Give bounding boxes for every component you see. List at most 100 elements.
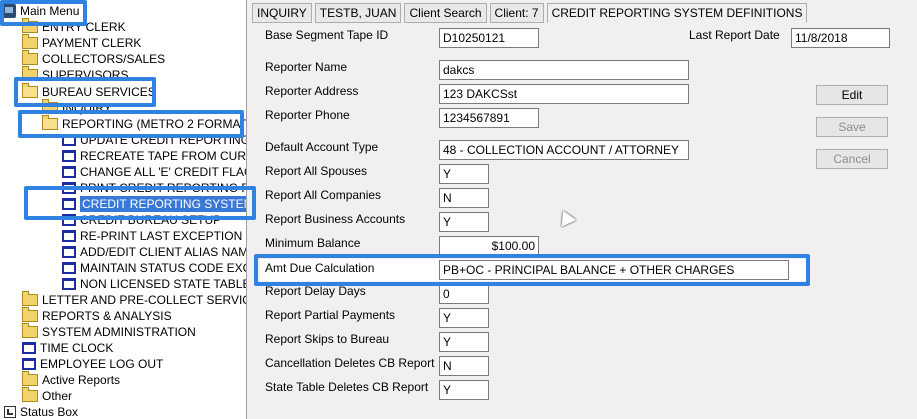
- tree-label: LETTER AND PRE-COLLECT SERVICES: [42, 293, 247, 307]
- base-segment-field[interactable]: D10250121: [439, 28, 539, 48]
- tree-label: PRINT CREDIT REPORTING FIL: [80, 181, 247, 195]
- folder-icon: [22, 50, 38, 65]
- form-icon: [62, 134, 76, 146]
- state-table-field[interactable]: Y: [439, 380, 489, 400]
- cancel-deletes-field[interactable]: N: [439, 356, 489, 376]
- tree-label: SYSTEM ADMINISTRATION: [42, 325, 196, 339]
- reporter-address-field[interactable]: 123 DAKCSst: [439, 84, 689, 104]
- form-icon: [62, 150, 76, 162]
- form-icon: [62, 230, 76, 242]
- tree-label: SUPERVISORS: [42, 68, 129, 82]
- reporter-phone-field[interactable]: 1234567891: [439, 108, 539, 128]
- tree-item-update-credit[interactable]: UPDATE CREDIT REPORTING F: [62, 132, 247, 148]
- amt-due-label: Amt Due Calculation: [265, 261, 375, 275]
- report-companies-field[interactable]: N: [439, 188, 489, 208]
- min-balance-field[interactable]: $100.00: [439, 236, 539, 256]
- reporter-name-label: Reporter Name: [265, 60, 348, 74]
- tree-label: BUREAU SERVICES: [42, 85, 156, 99]
- tree-item-employee-logout[interactable]: EMPLOYEE LOG OUT: [22, 356, 163, 372]
- save-button[interactable]: Save: [816, 117, 888, 137]
- tree-label: Main Menu: [20, 4, 80, 18]
- report-spouses-field[interactable]: Y: [439, 164, 489, 184]
- tree-label: INQUIRY: [62, 101, 112, 115]
- form-icon: [22, 342, 36, 354]
- default-account-type-label: Default Account Type: [265, 140, 379, 154]
- top-toolbar: INQUIRY TESTB, JUAN Client Search Client…: [252, 3, 808, 23]
- tree-item-recreate-tape[interactable]: RECREATE TAPE FROM CURRE: [62, 148, 246, 164]
- tree-item-other[interactable]: Other: [22, 387, 73, 404]
- open-folder-icon: [22, 83, 38, 98]
- reporter-phone-label: Reporter Phone: [265, 108, 350, 122]
- folder-icon: [22, 291, 38, 306]
- tree-label: TIME CLOCK: [40, 341, 114, 355]
- tree-label: Other: [42, 389, 73, 403]
- min-balance-label: Minimum Balance: [265, 236, 361, 250]
- tree-label: Status Box: [20, 405, 79, 419]
- form-icon: [62, 214, 76, 226]
- folder-icon: [22, 34, 38, 49]
- base-segment-label: Base Segment Tape ID: [265, 28, 389, 42]
- tree-item-main-menu[interactable]: Main Menu: [2, 3, 79, 19]
- tree-item-change-flags[interactable]: CHANGE ALL 'E' CREDIT FLAGS: [62, 164, 246, 180]
- tree-item-letter[interactable]: LETTER AND PRE-COLLECT SERVICES: [22, 291, 247, 308]
- tree-item-non-licensed[interactable]: NON LICENSED STATE TABLE: [62, 276, 246, 292]
- tree-label: RE-PRINT LAST EXCEPTION RE: [80, 229, 247, 243]
- tree-item-credit-bureau-setup[interactable]: CREDIT BUREAU SETUP: [62, 212, 221, 228]
- tree-item-active-reports[interactable]: Active Reports: [22, 371, 120, 388]
- last-report-date-field[interactable]: 11/8/2018: [791, 28, 890, 48]
- tree-item-reporting[interactable]: REPORTING (METRO 2 FORMAT): [42, 115, 247, 132]
- tree-item-credit-system[interactable]: CREDIT REPORTING SYSTEM D: [62, 196, 246, 212]
- tree-item-collectors-sales[interactable]: COLLECTORS/SALES: [22, 50, 165, 67]
- folder-icon: [22, 387, 38, 402]
- form-icon: [22, 358, 36, 370]
- tree-item-maintain-status[interactable]: MAINTAIN STATUS CODE EXCE: [62, 260, 247, 276]
- folder-icon: [22, 371, 38, 386]
- tab-credit-reporting-definitions[interactable]: CREDIT REPORTING SYSTEM DEFINITIONS: [546, 3, 808, 23]
- edit-button[interactable]: Edit: [816, 85, 888, 105]
- report-business-field[interactable]: Y: [439, 212, 489, 232]
- form-icon: [62, 198, 76, 210]
- tree-label: REPORTS & ANALYSIS: [42, 309, 172, 323]
- form-icon: [62, 262, 76, 274]
- tree-label: EMPLOYEE LOG OUT: [40, 357, 164, 371]
- tree-item-status-box[interactable]: Status Box: [4, 404, 78, 419]
- reporter-address-label: Reporter Address: [265, 84, 359, 98]
- client-tab[interactable]: Client: 7: [489, 3, 544, 23]
- tree-label: PAYMENT CLERK: [42, 36, 142, 50]
- tree-label: ADD/EDIT CLIENT ALIAS NAMES: [80, 245, 247, 259]
- tree-label: MAINTAIN STATUS CODE EXCE: [80, 261, 247, 275]
- tree-item-print-credit[interactable]: PRINT CREDIT REPORTING FIL: [62, 180, 247, 196]
- skips-field[interactable]: Y: [439, 332, 489, 352]
- cancel-button[interactable]: Cancel: [816, 149, 888, 169]
- amt-due-field[interactable]: PB+OC - PRINCIPAL BALANCE + OTHER CHARGE…: [439, 260, 789, 280]
- tree-item-reports[interactable]: REPORTS & ANALYSIS: [22, 307, 172, 324]
- inquiry-tab[interactable]: INQUIRY: [252, 3, 312, 23]
- state-table-label: State Table Deletes CB Report: [265, 380, 429, 394]
- skips-label: Report Skips to Bureau: [265, 332, 390, 346]
- tree-item-sysadmin[interactable]: SYSTEM ADMINISTRATION: [22, 323, 196, 340]
- partial-payments-field[interactable]: Y: [439, 308, 489, 328]
- tree-label: REPORTING (METRO 2 FORMAT): [62, 117, 247, 131]
- folder-icon: [42, 99, 58, 114]
- default-account-type-field[interactable]: 48 - COLLECTION ACCOUNT / ATTORNEY: [439, 140, 689, 160]
- tree-label: UPDATE CREDIT REPORTING F: [80, 133, 247, 147]
- tree-item-supervisors[interactable]: SUPERVISORS: [22, 66, 129, 83]
- client-search-button[interactable]: Client Search: [404, 3, 487, 23]
- tree-item-time-clock[interactable]: TIME CLOCK: [22, 340, 113, 356]
- tree-item-add-edit-alias[interactable]: ADD/EDIT CLIENT ALIAS NAMES: [62, 244, 247, 260]
- tree-item-entry-clerk[interactable]: ENTRY CLERK: [22, 18, 126, 35]
- delay-days-label: Report Delay Days: [265, 284, 366, 298]
- tree-item-inquiry[interactable]: INQUIRY: [42, 99, 112, 116]
- user-tab[interactable]: TESTB, JUAN: [314, 3, 402, 23]
- tree-item-reprint-exception[interactable]: RE-PRINT LAST EXCEPTION RE: [62, 228, 247, 244]
- tree-item-bureau-services[interactable]: BUREAU SERVICES: [22, 83, 156, 100]
- tree-item-payment-clerk[interactable]: PAYMENT CLERK: [22, 34, 142, 51]
- tree-label-selected: CREDIT REPORTING SYSTEM D: [80, 196, 246, 212]
- report-spouses-label: Report All Spouses: [265, 164, 368, 178]
- form-icon: [62, 182, 76, 194]
- cancel-deletes-label: Cancellation Deletes CB Report: [265, 356, 435, 370]
- main-menu-icon: [2, 4, 16, 18]
- delay-days-field[interactable]: 0: [439, 284, 489, 304]
- reporter-name-field[interactable]: dakcs: [439, 60, 689, 80]
- open-folder-icon: [42, 115, 58, 130]
